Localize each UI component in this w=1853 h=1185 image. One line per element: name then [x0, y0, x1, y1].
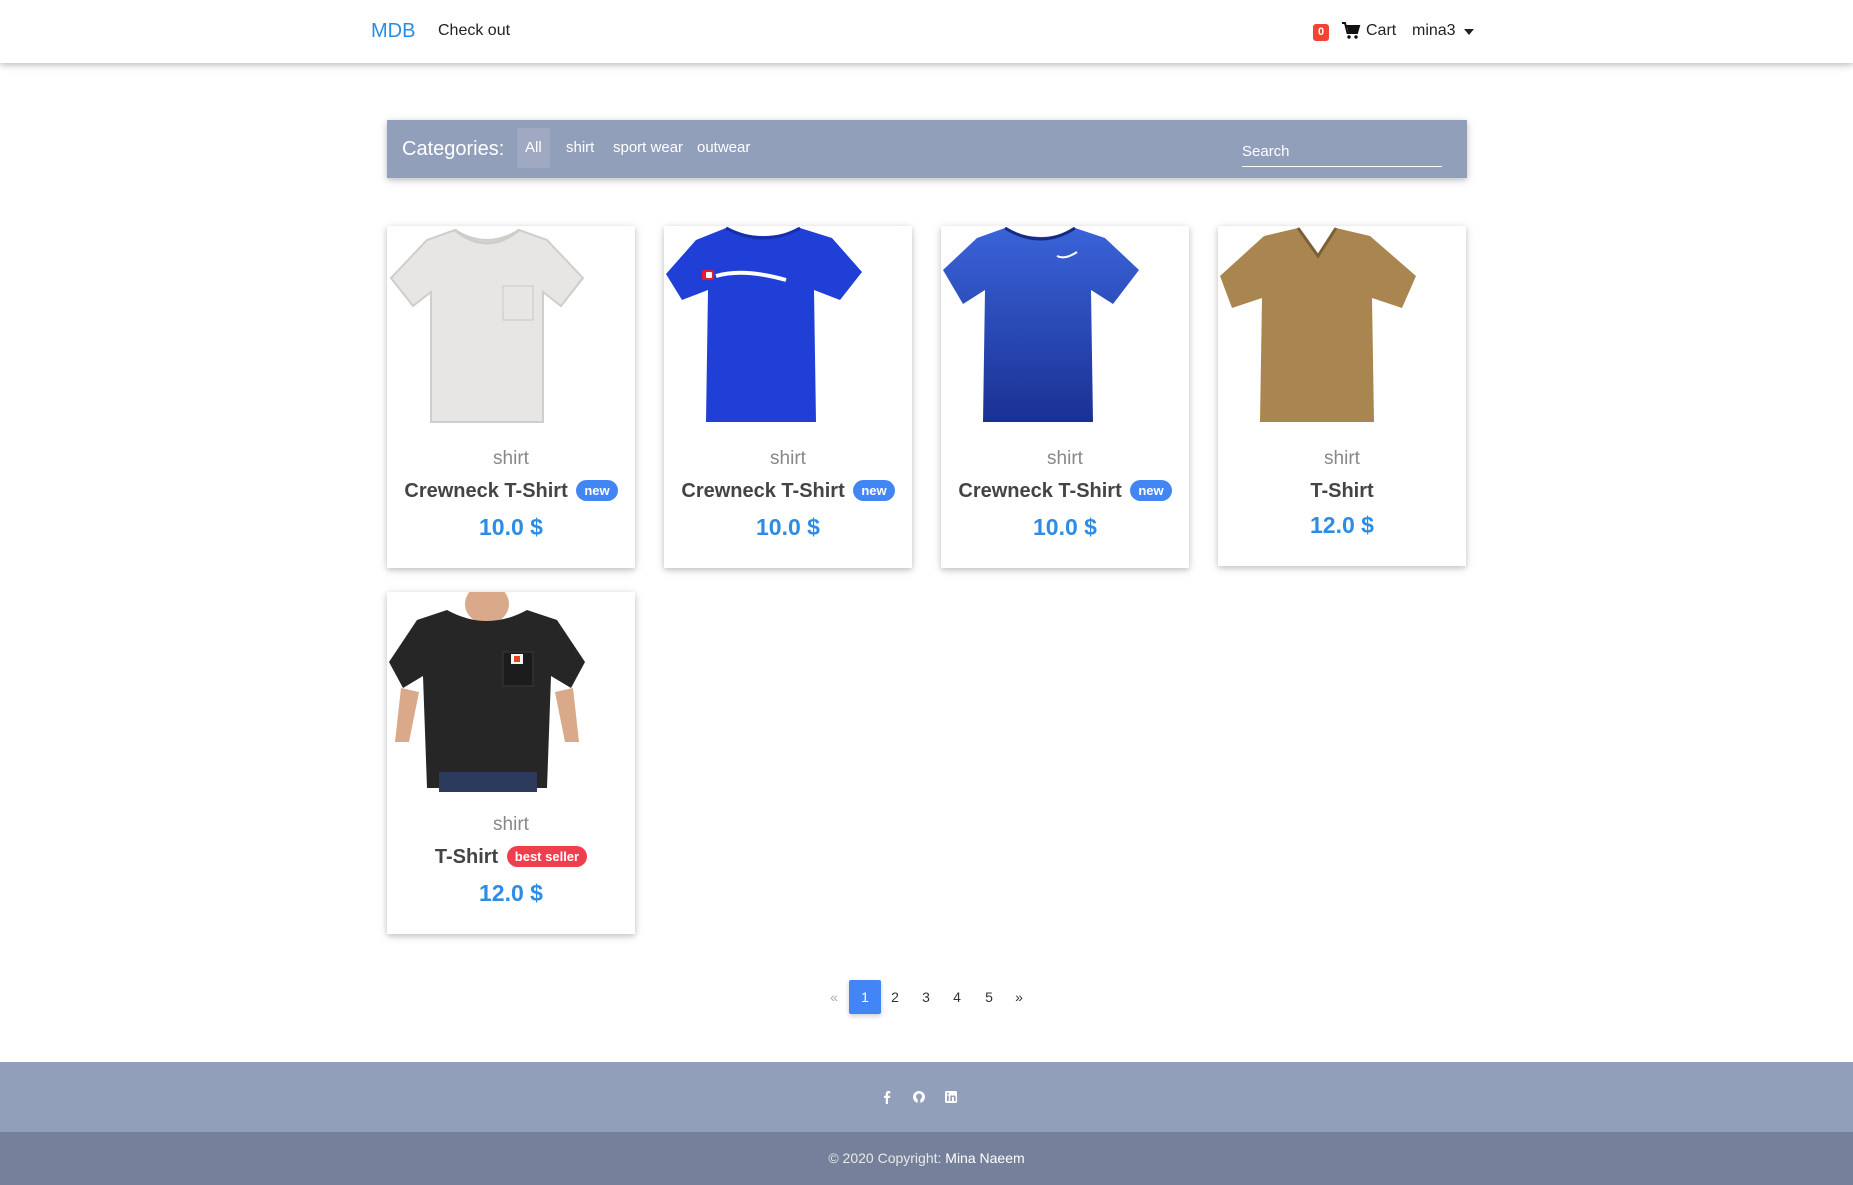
- product-card[interactable]: shirt Crewneck T-Shirt new 10.0 $: [387, 226, 635, 568]
- checkout-link[interactable]: Check out: [438, 22, 510, 40]
- product-name-row: Crewneck T-Shirt new: [941, 480, 1189, 503]
- product-name: Crewneck T-Shirt: [404, 480, 568, 502]
- product-name-row: T-Shirt: [1218, 480, 1466, 503]
- product-name: Crewneck T-Shirt: [681, 480, 845, 502]
- pagination-page-2[interactable]: 2: [887, 980, 903, 1014]
- product-name-row: Crewneck T-Shirt new: [664, 480, 912, 503]
- pagination-next[interactable]: »: [1011, 980, 1027, 1014]
- product-category: shirt: [493, 814, 529, 835]
- cart-count-badge: 0: [1313, 24, 1329, 41]
- brown-tshirt-icon[interactable]: [1218, 226, 1418, 426]
- product-price: 12.0 $: [479, 880, 543, 906]
- product-category: shirt: [1324, 448, 1360, 469]
- product-price: 10.0 $: [479, 514, 543, 540]
- product-category: shirt: [493, 448, 529, 469]
- category-outwear[interactable]: outwear: [689, 128, 758, 168]
- footer: [0, 1062, 1853, 1132]
- cart-icon[interactable]: [1341, 21, 1361, 41]
- product-category: shirt: [770, 448, 806, 469]
- navbar: MDB Check out 0 Cart mina3: [0, 0, 1853, 63]
- facebook-icon[interactable]: [880, 1090, 894, 1104]
- product-name: T-Shirt: [434, 846, 499, 868]
- product-card[interactable]: shirt T-Shirt 12.0 $: [1218, 226, 1466, 566]
- blue-nike-tshirt-icon[interactable]: [941, 226, 1141, 426]
- product-badge: best seller: [506, 846, 588, 867]
- product-category: shirt: [1047, 448, 1083, 469]
- category-sport-wear[interactable]: sport wear: [605, 128, 691, 168]
- copyright-text: © 2020 Copyright:: [828, 1150, 942, 1166]
- brand-logo[interactable]: MDB: [371, 20, 415, 43]
- product-name: T-Shirt: [1310, 480, 1374, 502]
- chevron-down-icon[interactable]: [1464, 29, 1474, 35]
- product-name-row: Crewneck T-Shirt new: [387, 480, 635, 503]
- category-bar: Categories: All shirt sport wear outwear: [387, 120, 1467, 178]
- search-input[interactable]: [1242, 137, 1442, 167]
- product-price: 10.0 $: [756, 514, 820, 540]
- white-tshirt-icon[interactable]: [387, 226, 587, 426]
- social-icons: [880, 1090, 958, 1104]
- product-badge: new: [1130, 480, 1172, 501]
- pagination-page-1[interactable]: 1: [849, 980, 881, 1014]
- product-badge: new: [853, 480, 895, 501]
- categories-title: Categories:: [402, 138, 505, 160]
- product-card[interactable]: shirt Crewneck T-Shirt new 10.0 $: [664, 226, 912, 568]
- pagination-page-3[interactable]: 3: [918, 980, 934, 1014]
- linkedin-icon[interactable]: [944, 1090, 958, 1104]
- github-icon[interactable]: [912, 1090, 926, 1104]
- user-menu[interactable]: mina3: [1412, 22, 1456, 40]
- pagination-page-5[interactable]: 5: [981, 980, 997, 1014]
- black-tshirt-icon[interactable]: [387, 592, 587, 792]
- product-card[interactable]: shirt T-Shirt best seller 12.0 $: [387, 592, 635, 934]
- category-all[interactable]: All: [517, 128, 550, 168]
- product-price: 12.0 $: [1310, 512, 1374, 538]
- pagination-page-4[interactable]: 4: [949, 980, 965, 1014]
- pagination-prev[interactable]: «: [826, 980, 842, 1014]
- product-price: 10.0 $: [1033, 514, 1097, 540]
- product-card[interactable]: shirt Crewneck T-Shirt new 10.0 $: [941, 226, 1189, 568]
- category-shirt[interactable]: shirt: [558, 128, 602, 168]
- product-name-row: T-Shirt best seller: [387, 846, 635, 869]
- product-badge: new: [576, 480, 618, 501]
- blue-champion-tshirt-icon[interactable]: [664, 226, 864, 426]
- copyright-author-link[interactable]: Mina Naeem: [945, 1150, 1024, 1166]
- cart-link[interactable]: Cart: [1366, 22, 1396, 40]
- copyright-bar: © 2020 Copyright: Mina Naeem: [0, 1132, 1853, 1185]
- product-name: Crewneck T-Shirt: [958, 480, 1122, 502]
